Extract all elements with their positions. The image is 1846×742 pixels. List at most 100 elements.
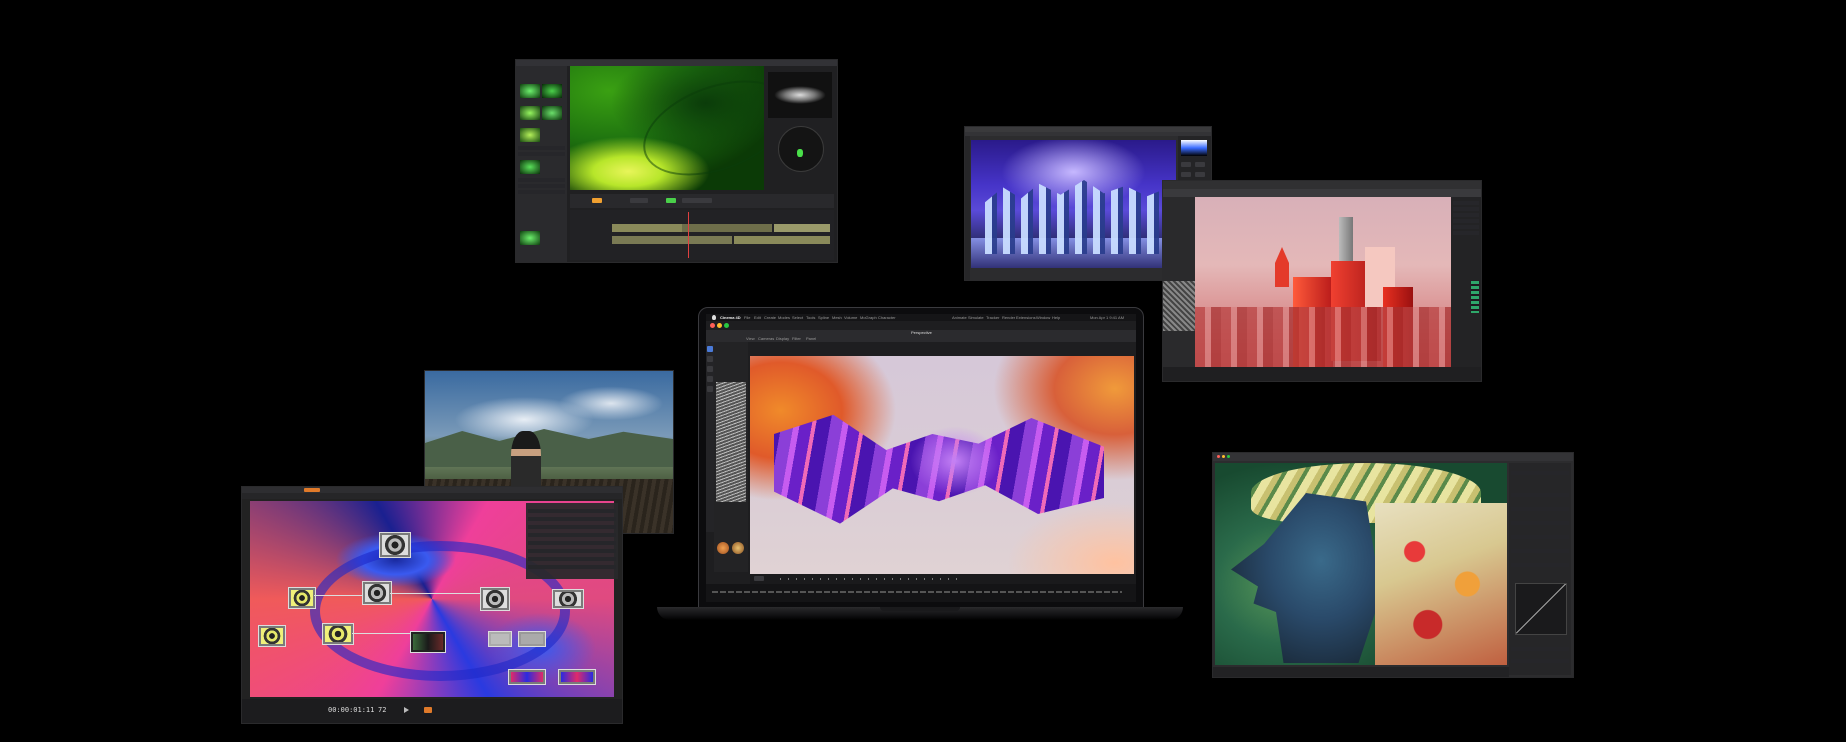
panel-button[interactable] bbox=[1195, 172, 1205, 177]
timeline-track[interactable] bbox=[682, 224, 772, 232]
menu-mograph[interactable]: MoGraph bbox=[860, 315, 877, 320]
wireframe-preview[interactable] bbox=[716, 382, 746, 502]
menu-create[interactable]: Create bbox=[764, 315, 776, 320]
zoom-icon[interactable] bbox=[1227, 455, 1230, 458]
outliner-row[interactable] bbox=[1453, 231, 1479, 235]
minimize-icon[interactable] bbox=[1222, 455, 1225, 458]
timeline-chip[interactable] bbox=[754, 576, 764, 581]
texture-node[interactable] bbox=[322, 623, 354, 645]
clip-thumbnail[interactable] bbox=[542, 84, 562, 98]
close-icon[interactable] bbox=[1217, 455, 1220, 458]
clip-thumbnail[interactable] bbox=[520, 128, 540, 142]
clip-thumbnail[interactable] bbox=[520, 106, 540, 120]
panel-button[interactable] bbox=[1181, 172, 1191, 177]
red-city-viewport[interactable] bbox=[1195, 197, 1451, 367]
apple-icon[interactable] bbox=[712, 315, 716, 320]
menu-volume[interactable]: Volume bbox=[844, 315, 857, 320]
panel-button[interactable] bbox=[1195, 162, 1205, 167]
slider-row[interactable] bbox=[1511, 549, 1569, 553]
parameter-row[interactable] bbox=[528, 525, 616, 529]
timeline-ruler[interactable] bbox=[780, 578, 960, 580]
select-tool-icon[interactable] bbox=[707, 376, 713, 382]
outliner-row[interactable] bbox=[1453, 207, 1479, 211]
bin-list-row[interactable] bbox=[518, 146, 565, 150]
texture-node[interactable] bbox=[480, 587, 510, 611]
menu-animate[interactable]: Animate bbox=[952, 315, 967, 320]
parameter-row[interactable] bbox=[528, 549, 616, 553]
menu-tools[interactable]: Tools bbox=[806, 315, 815, 320]
property-strip[interactable] bbox=[1471, 281, 1479, 313]
material-swatch[interactable] bbox=[717, 542, 729, 554]
close-icon[interactable] bbox=[710, 323, 715, 328]
control-chip[interactable] bbox=[592, 198, 602, 203]
texture-node[interactable] bbox=[410, 631, 446, 653]
panel-button[interactable] bbox=[1181, 162, 1191, 167]
outliner-row[interactable] bbox=[1453, 225, 1479, 229]
menu-modes[interactable]: Modes bbox=[778, 315, 790, 320]
control-chip[interactable] bbox=[682, 198, 712, 203]
clip-thumbnail[interactable] bbox=[520, 160, 540, 174]
texture-node[interactable] bbox=[488, 631, 512, 647]
tab-panel[interactable]: Panel bbox=[806, 336, 816, 341]
tab-display[interactable]: Display bbox=[776, 336, 789, 341]
slider-row[interactable] bbox=[1511, 493, 1569, 497]
timeline-track[interactable] bbox=[612, 236, 732, 244]
menu-spline[interactable]: Spline bbox=[818, 315, 829, 320]
clip-thumbnail[interactable] bbox=[520, 231, 540, 245]
parameter-row[interactable] bbox=[528, 557, 616, 561]
move-tool-icon[interactable] bbox=[707, 346, 713, 352]
texture-node[interactable] bbox=[508, 669, 546, 685]
bin-list-row[interactable] bbox=[518, 178, 565, 182]
control-chip[interactable] bbox=[666, 198, 676, 203]
tab-filter[interactable]: Filter bbox=[792, 336, 801, 341]
menu-tracker[interactable]: Tracker bbox=[986, 315, 999, 320]
clip-thumbnail[interactable] bbox=[542, 106, 562, 120]
brush-tool-icon[interactable] bbox=[707, 386, 713, 392]
menu-character[interactable]: Character bbox=[878, 315, 896, 320]
slider-row[interactable] bbox=[1511, 563, 1569, 567]
menu-help[interactable]: Help bbox=[1052, 315, 1060, 320]
slider-row[interactable] bbox=[1511, 659, 1569, 663]
parameter-row[interactable] bbox=[528, 541, 616, 545]
menu-select[interactable]: Select bbox=[792, 315, 803, 320]
slider-row[interactable] bbox=[1511, 521, 1569, 525]
parameter-row[interactable] bbox=[528, 533, 616, 537]
outliner-row[interactable] bbox=[1453, 219, 1479, 223]
scale-tool-icon[interactable] bbox=[707, 366, 713, 372]
timeline-track[interactable] bbox=[774, 224, 830, 232]
texture-node[interactable] bbox=[362, 581, 392, 605]
timeline-track[interactable] bbox=[612, 224, 682, 232]
menu-window[interactable]: Window bbox=[1036, 315, 1050, 320]
play-icon[interactable] bbox=[404, 707, 409, 713]
minimize-icon[interactable] bbox=[717, 323, 722, 328]
menu-mesh[interactable]: Mesh bbox=[832, 315, 842, 320]
material-swatch[interactable] bbox=[732, 542, 744, 554]
bin-list-row[interactable] bbox=[518, 152, 565, 156]
slider-row[interactable] bbox=[1511, 471, 1569, 475]
c4d-viewport[interactable] bbox=[750, 356, 1134, 574]
tab-view[interactable]: View bbox=[746, 336, 755, 341]
frame-number[interactable]: 72 bbox=[378, 706, 386, 714]
color-picker[interactable] bbox=[1181, 140, 1207, 156]
slider-row[interactable] bbox=[1511, 647, 1569, 651]
tab-chip[interactable] bbox=[304, 488, 320, 492]
menubar-clock[interactable]: Mon Apr 1 9:41 AM bbox=[1090, 315, 1124, 320]
menu-file[interactable]: File bbox=[744, 315, 750, 320]
parameter-row[interactable] bbox=[528, 509, 616, 513]
dancers-canvas[interactable] bbox=[971, 140, 1176, 268]
outliner-row[interactable] bbox=[1453, 201, 1479, 205]
parameter-row[interactable] bbox=[528, 565, 616, 569]
tab-cameras[interactable]: Cameras bbox=[758, 336, 774, 341]
texture-node[interactable] bbox=[558, 669, 596, 685]
slider-row[interactable] bbox=[1511, 507, 1569, 511]
app-name[interactable]: Cinema 4D bbox=[720, 315, 741, 320]
menu-simulate[interactable]: Simulate bbox=[968, 315, 984, 320]
timeline-track[interactable] bbox=[734, 236, 830, 244]
control-chip[interactable] bbox=[630, 198, 648, 203]
menu-extensions[interactable]: Extensions bbox=[1016, 315, 1036, 320]
menu-render[interactable]: Render bbox=[1002, 315, 1015, 320]
slider-row[interactable] bbox=[1511, 535, 1569, 539]
playhead[interactable] bbox=[688, 212, 689, 258]
bin-list-row[interactable] bbox=[518, 190, 565, 194]
parameter-row[interactable] bbox=[528, 517, 616, 521]
